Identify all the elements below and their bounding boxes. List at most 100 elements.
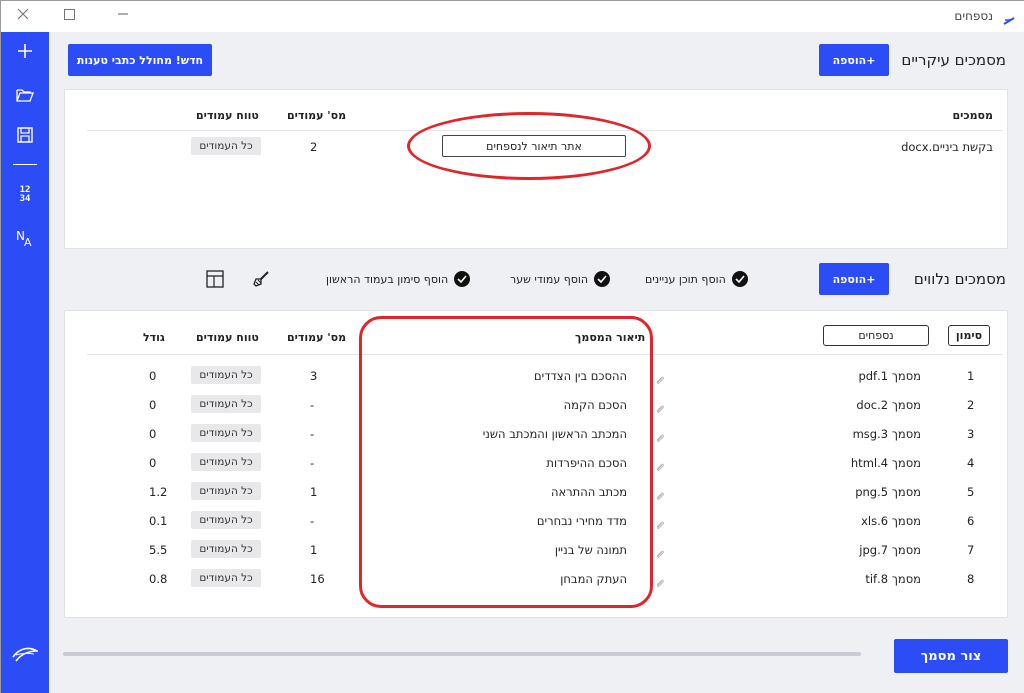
document-name: בקשת ביניים.docx <box>901 140 993 154</box>
row-mark: 5 <box>967 485 975 499</box>
row-description[interactable]: מכתב ההתראה <box>551 485 627 499</box>
row-page-count: - <box>310 456 315 470</box>
paperclip-icon[interactable] <box>655 516 665 529</box>
row-description[interactable]: ההסכם בין הצדדים <box>534 369 627 383</box>
find-description-button[interactable]: אתר תיאור לנספחים <box>442 135 626 157</box>
page-range-selector[interactable]: כל העמודים <box>191 453 261 471</box>
page-range-selector[interactable]: כל העמודים <box>191 569 261 587</box>
row-file-name: מסמך 2.doc <box>856 398 921 412</box>
page-range-selector[interactable]: כל העמודים <box>191 482 261 500</box>
row-description[interactable]: המכתב הראשון והמכתב השני <box>483 427 627 441</box>
column-header-page-count: מס' עמודים <box>287 331 347 344</box>
new-pleadings-wizard-button[interactable]: חדש! מחולל כתבי טענות <box>68 44 212 76</box>
row-mark: 4 <box>967 456 975 470</box>
row-size: 0 <box>149 456 157 470</box>
maximize-icon[interactable] <box>59 7 79 25</box>
horizontal-scrollbar[interactable] <box>63 652 861 656</box>
attachments-table: סימון נספחים תיאור המסמך מס' עמודים טווח… <box>64 310 1008 618</box>
save-icon[interactable] <box>1 120 49 150</box>
annex-label-field[interactable]: נספחים <box>823 325 929 346</box>
page-range-selector[interactable]: כל העמודים <box>191 395 261 413</box>
page-range-selector[interactable]: כל העמודים <box>191 540 261 558</box>
main-content: מסמכים עיקריים +הוספה חדש! מחולל כתבי טע… <box>49 32 1024 693</box>
row-size: 1.2 <box>149 485 168 499</box>
paperclip-icon[interactable] <box>655 574 665 587</box>
row-description[interactable]: הסכם ההיפרדות <box>546 456 627 470</box>
row-mark: 3 <box>967 427 975 441</box>
window-title: נספחים <box>954 9 993 23</box>
row-size: 0.1 <box>149 514 168 528</box>
sidebar-divider <box>13 164 37 165</box>
row-mark: 7 <box>967 543 975 557</box>
option-first-page-mark[interactable]: הוסף סימון בעמוד הראשון <box>326 271 471 287</box>
minimize-icon[interactable] <box>113 7 133 25</box>
column-header-documents: מסמכים <box>952 109 993 122</box>
page-range-selector[interactable]: כל העמודים <box>191 366 261 384</box>
column-header-size: גודל <box>143 331 165 344</box>
create-document-button[interactable]: צור מסמך <box>894 639 1008 673</box>
sidebar: 12 34 N A <box>1 32 49 693</box>
main-documents-title: מסמכים עיקריים <box>901 51 1006 69</box>
text-direction-icon[interactable]: N A <box>1 224 49 254</box>
row-size: 5.5 <box>149 543 168 557</box>
column-header-mark[interactable]: סימון <box>948 325 990 346</box>
table-icon[interactable] <box>206 270 224 288</box>
title-bar: נספחים <box>1 1 1024 32</box>
paperclip-icon[interactable] <box>655 371 665 384</box>
paperclip-icon[interactable] <box>655 429 665 442</box>
paperclip-icon[interactable] <box>655 487 665 500</box>
paperclip-icon[interactable] <box>655 545 665 558</box>
column-header-description: תיאור המסמך <box>575 331 646 344</box>
brush-icon[interactable] <box>252 270 270 288</box>
row-description[interactable]: הסכם הקמה <box>564 398 627 412</box>
option-table-of-contents[interactable]: הוסף תוכן עניינים <box>645 271 748 287</box>
row-description[interactable]: מדד מחירי נבחרים <box>537 514 627 528</box>
row-mark: 8 <box>967 572 975 586</box>
column-header-page-range: טווח עמודים <box>196 109 259 122</box>
row-page-count: 1 <box>310 543 318 557</box>
row-size: 0 <box>149 427 157 441</box>
page-range-selector[interactable]: כל העמודים <box>191 137 261 155</box>
attachments-title: מסמכים נלווים <box>913 270 1006 288</box>
page-range-selector[interactable]: כל העמודים <box>191 424 261 442</box>
app-window: נספחים 12 34 N A מסמכים עיקריים +הוספה ח… <box>0 0 1024 693</box>
row-mark: 1 <box>967 369 975 383</box>
checkbox-checked-icon <box>594 271 611 287</box>
row-file-name: מסמך 3.msg <box>852 427 921 441</box>
main-documents-table: מסמכים מס' עמודים טווח עמודים בקשת ביניי… <box>64 89 1008 249</box>
add-attachment-button[interactable]: +הוספה <box>819 263 889 295</box>
text-direction-label-a: A <box>24 236 32 249</box>
page-range-selector[interactable]: כל העמודים <box>191 511 261 529</box>
paperclip-icon[interactable] <box>655 400 665 413</box>
row-size: 0 <box>149 369 157 383</box>
row-description[interactable]: העתק המבחן <box>560 572 627 586</box>
option-label: הוסף סימון בעמוד הראשון <box>326 272 449 286</box>
row-file-name: מסמך 6.xls <box>861 514 921 528</box>
row-file-name: מסמך 5.png <box>855 485 921 499</box>
paperclip-icon[interactable] <box>655 458 665 471</box>
row-page-count: 16 <box>310 572 325 586</box>
row-page-count: - <box>310 427 315 441</box>
row-file-name: מסמך 1.pdf <box>858 369 921 383</box>
feather-logo-icon <box>1 640 49 670</box>
app-logo-icon <box>1003 11 1015 25</box>
folder-icon[interactable] <box>1 80 49 110</box>
row-page-count: 1 <box>310 485 318 499</box>
plus-icon[interactable] <box>1 36 49 66</box>
header-divider <box>87 354 1003 355</box>
add-main-document-button[interactable]: +הוספה <box>819 44 889 76</box>
checkbox-checked-icon <box>731 271 748 287</box>
option-label: הוסף תוכן עניינים <box>645 272 726 286</box>
row-file-name: מסמך 8.tif <box>865 572 921 586</box>
column-header-page-range: טווח עמודים <box>196 331 259 344</box>
option-label: הוסף עמודי שער <box>510 272 589 286</box>
column-header-page-count: מס' עמודים <box>287 109 347 122</box>
close-icon[interactable] <box>13 7 33 25</box>
row-mark: 6 <box>967 514 975 528</box>
row-mark: 2 <box>967 398 975 412</box>
numbering-icon[interactable]: 12 34 <box>1 180 49 210</box>
row-page-count: - <box>310 398 315 412</box>
row-description[interactable]: תמונה של בניין <box>555 543 627 557</box>
row-size: 0 <box>149 398 157 412</box>
option-cover-pages[interactable]: הוסף עמודי שער <box>510 271 611 287</box>
